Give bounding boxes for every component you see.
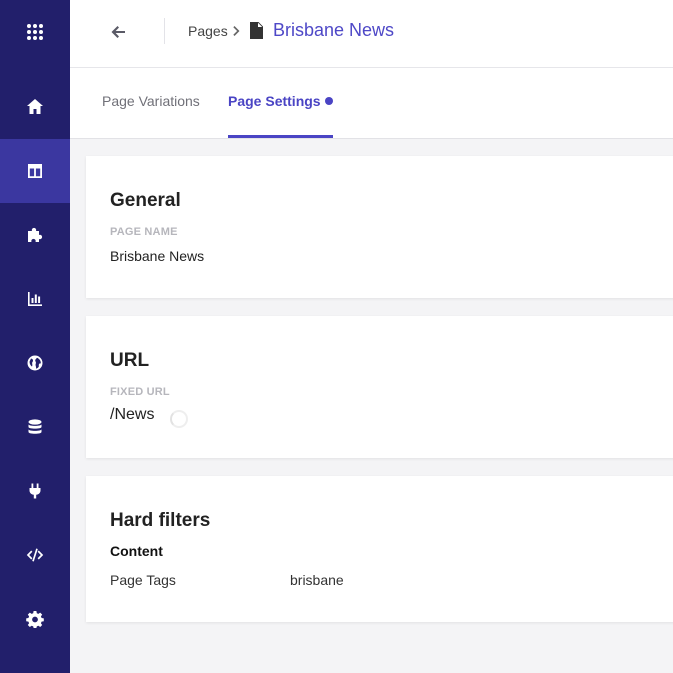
active-tab-underline — [228, 135, 333, 138]
general-card: General PAGE NAME Brisbane News — [86, 156, 673, 298]
back-button[interactable] — [106, 20, 130, 44]
content-subheading: Content — [110, 543, 163, 559]
puzzle-icon — [28, 227, 43, 242]
fixed-url-value[interactable]: /News — [110, 406, 154, 424]
code-icon — [26, 548, 44, 562]
breadcrumb-pages-link[interactable]: Pages — [188, 23, 228, 39]
bar-chart-icon — [28, 292, 42, 306]
filter-value-page-tags[interactable]: brisbane — [290, 572, 344, 588]
url-card: URL FIXED URL /News — [86, 316, 673, 458]
sidebar-item-data[interactable] — [0, 395, 70, 459]
unsaved-indicator-dot — [325, 97, 333, 105]
sidebar-item-developer[interactable] — [0, 523, 70, 587]
sidebar-item-home[interactable] — [0, 75, 70, 139]
url-title: URL — [110, 350, 150, 371]
tab-page-variations[interactable]: Page Variations — [102, 93, 200, 109]
file-icon — [250, 22, 264, 40]
layout-icon — [28, 164, 42, 178]
plug-icon — [29, 483, 41, 499]
sidebar-item-pages[interactable] — [0, 139, 70, 203]
sidebar — [0, 0, 70, 673]
sidebar-item-integrations[interactable] — [0, 459, 70, 523]
arrow-left-icon — [111, 26, 125, 38]
page-title: Brisbane News — [273, 20, 395, 40]
top-bar: Pages Brisbane News — [70, 0, 673, 68]
apps-menu-button[interactable] — [0, 0, 70, 64]
sidebar-item-sites[interactable] — [0, 331, 70, 395]
gear-icon — [26, 611, 44, 628]
hard-filters-title: Hard filters — [110, 510, 211, 531]
tab-bar: Page Variations Page Settings — [70, 68, 673, 139]
hard-filters-card: Hard filters Content Page Tags brisbane — [86, 476, 673, 622]
sidebar-item-analytics[interactable] — [0, 267, 70, 331]
filter-label-page-tags: Page Tags — [110, 572, 176, 588]
globe-icon — [27, 355, 43, 371]
tab-page-settings[interactable]: Page Settings — [228, 93, 321, 109]
apps-grid-icon — [27, 24, 43, 40]
database-icon — [28, 419, 42, 434]
divider — [164, 18, 165, 44]
page-name-label: PAGE NAME — [110, 226, 178, 238]
sidebar-item-settings[interactable] — [0, 587, 70, 651]
home-icon — [27, 99, 43, 114]
sidebar-item-extensions[interactable] — [0, 203, 70, 267]
chevron-right-icon — [233, 23, 243, 39]
fixed-url-label: FIXED URL — [110, 386, 170, 398]
general-title: General — [110, 190, 181, 211]
page-name-value[interactable]: Brisbane News — [110, 248, 204, 264]
loading-spinner-icon — [170, 410, 188, 428]
